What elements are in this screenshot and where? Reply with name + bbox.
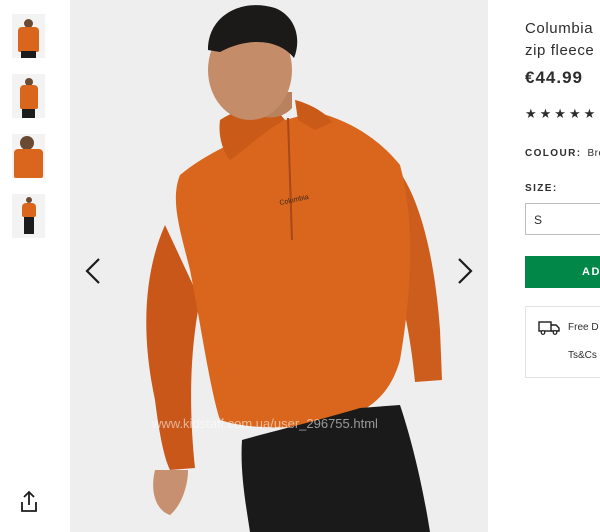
product-title-line1: Columbia [525,20,594,37]
colour-row: COLOUR: Bro [525,148,600,159]
share-icon [21,490,37,512]
thumbnail-figure-body [20,85,38,109]
thumbnail-list [12,14,46,254]
colour-value: Bro [587,148,600,159]
next-image-button[interactable] [454,256,476,286]
terms-link[interactable]: Ts&Cs [568,350,597,361]
thumbnail-front[interactable] [12,14,45,58]
previous-image-button[interactable] [82,256,104,286]
add-to-bag-label: AD [582,266,600,278]
product-price: €44.99 [525,68,583,87]
size-selected-value: S [534,213,543,227]
thumbnail-figure-body [18,27,39,52]
share-button[interactable] [18,490,40,514]
size-label: SIZE: [525,183,558,194]
delivery-info-box: Free D Ts&Cs [525,306,600,378]
product-main-image: Columbia www.kidstaff.com.ua/user_296755… [70,0,488,532]
add-to-bag-button[interactable]: AD [525,256,600,288]
product-info-panel: Columbia zip fleece €44.99 ★★★★★ COLOUR:… [525,0,600,532]
image-watermark: www.kidstaff.com.ua/user_296755.html [151,416,378,431]
thumbnail-figure-body [22,203,36,217]
delivery-text: Free D [568,322,599,333]
colour-label: COLOUR: [525,148,582,159]
thumbnail-closeup[interactable] [12,134,45,178]
truck-icon [538,321,560,335]
thumbnail-figure-head [20,136,34,150]
rating-stars[interactable]: ★★★★★ [525,106,598,122]
thumbnail-figure-legs [21,51,36,58]
thumbnail-side[interactable] [12,74,45,118]
size-select[interactable]: S [525,203,600,235]
model-photo: Columbia www.kidstaff.com.ua/user_296755… [146,5,442,532]
chevron-left-icon [85,258,100,284]
thumbnail-figure-legs [24,217,34,234]
thumbnail-full-length[interactable] [12,194,45,238]
thumbnail-figure-legs [22,109,35,118]
thumbnail-figure-body [14,149,43,178]
chevron-right-icon [458,258,473,284]
product-title: Columbia zip fleece [525,18,600,62]
product-title-line2: zip fleece [525,42,595,59]
